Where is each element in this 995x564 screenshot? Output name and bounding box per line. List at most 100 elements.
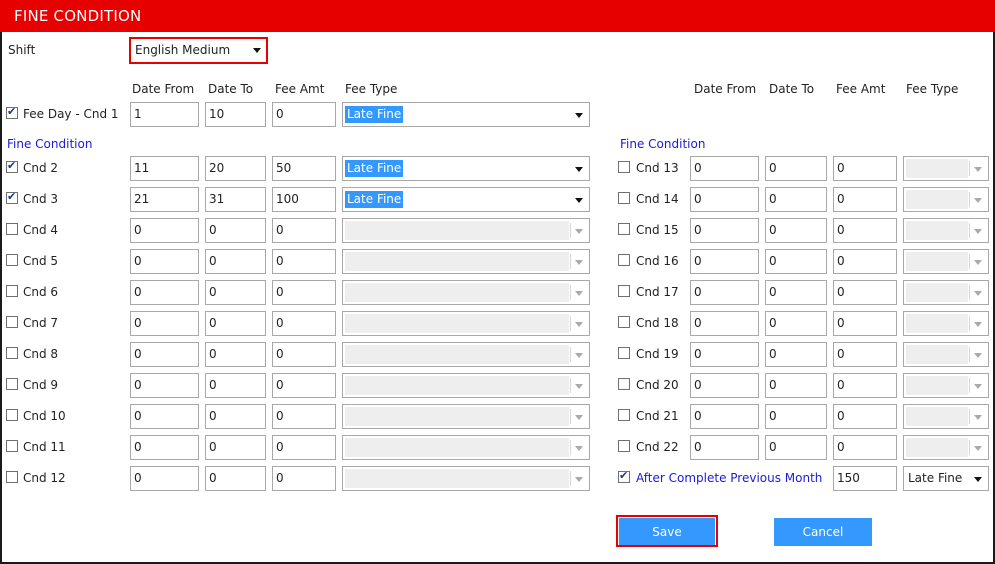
cnd-3-date-from-input[interactable]: 21: [130, 187, 199, 212]
fee-day-fee-amt-input[interactable]: 0: [272, 102, 336, 127]
cnd-9-checkbox[interactable]: [6, 378, 18, 390]
cnd-9-date-from-input[interactable]: 0: [130, 373, 199, 398]
cnd-16-fee-amt-input[interactable]: 0: [833, 249, 897, 274]
cnd-15-fee-type-select[interactable]: [903, 218, 989, 243]
cnd-19-fee-type-select[interactable]: [903, 342, 989, 367]
cnd-21-date-from-input[interactable]: 0: [690, 404, 759, 429]
cnd-8-fee-type-select[interactable]: [342, 342, 590, 367]
cnd-14-fee-amt-input[interactable]: 0: [833, 187, 897, 212]
cancel-button[interactable]: Cancel: [774, 518, 872, 546]
cnd-17-date-from-input[interactable]: 0: [690, 280, 759, 305]
cnd-9-fee-type-select[interactable]: [342, 373, 590, 398]
cnd-14-checkbox[interactable]: [618, 192, 630, 204]
cnd-14-date-from-input[interactable]: 0: [690, 187, 759, 212]
cnd-17-fee-type-select[interactable]: [903, 280, 989, 305]
cnd-6-fee-amt-input[interactable]: 0: [272, 280, 336, 305]
cnd-4-checkbox[interactable]: [6, 223, 18, 235]
cnd-11-date-to-input[interactable]: 0: [205, 435, 266, 460]
cnd-16-date-from-input[interactable]: 0: [690, 249, 759, 274]
cnd-5-date-from-input[interactable]: 0: [130, 249, 199, 274]
cnd-16-checkbox[interactable]: [618, 254, 630, 266]
cnd-10-date-to-input[interactable]: 0: [205, 404, 266, 429]
after-month-checkbox[interactable]: [618, 469, 630, 483]
cnd-5-fee-type-select[interactable]: [342, 249, 590, 274]
cnd-11-date-from-input[interactable]: 0: [130, 435, 199, 460]
cnd-11-checkbox[interactable]: [6, 440, 18, 452]
cnd-22-date-from-input[interactable]: 0: [690, 435, 759, 460]
cnd-9-date-to-input[interactable]: 0: [205, 373, 266, 398]
cnd-6-date-to-input[interactable]: 0: [205, 280, 266, 305]
cnd-3-date-to-input[interactable]: 31: [205, 187, 266, 212]
cnd-14-fee-type-select[interactable]: [903, 187, 989, 212]
cnd-8-checkbox[interactable]: [6, 347, 18, 359]
cnd-21-fee-amt-input[interactable]: 0: [833, 404, 897, 429]
cnd-5-checkbox[interactable]: [6, 254, 18, 266]
after-month-fee-amt-input[interactable]: 150: [833, 466, 897, 491]
cnd-18-fee-amt-input[interactable]: 0: [833, 311, 897, 336]
cnd-19-fee-amt-input[interactable]: 0: [833, 342, 897, 367]
cnd-10-date-from-input[interactable]: 0: [130, 404, 199, 429]
cnd-7-fee-amt-input[interactable]: 0: [272, 311, 336, 336]
cnd-12-date-to-input[interactable]: 0: [205, 466, 266, 491]
cnd-2-fee-amt-input[interactable]: 50: [272, 156, 336, 181]
cnd-15-date-from-input[interactable]: 0: [690, 218, 759, 243]
cnd-2-checkbox[interactable]: [6, 159, 18, 173]
cnd-22-date-to-input[interactable]: 0: [765, 435, 827, 460]
cnd-17-fee-amt-input[interactable]: 0: [833, 280, 897, 305]
cnd-20-date-from-input[interactable]: 0: [690, 373, 759, 398]
cnd-3-fee-amt-input[interactable]: 100: [272, 187, 336, 212]
cnd-6-date-from-input[interactable]: 0: [130, 280, 199, 305]
cnd-22-fee-amt-input[interactable]: 0: [833, 435, 897, 460]
cnd-4-fee-amt-input[interactable]: 0: [272, 218, 336, 243]
cnd-3-checkbox[interactable]: [6, 190, 18, 204]
cnd-18-fee-type-select[interactable]: [903, 311, 989, 336]
cnd-4-date-to-input[interactable]: 0: [205, 218, 266, 243]
fee-day-fee-type-select[interactable]: Late Fine: [342, 102, 590, 127]
cnd-10-fee-type-select[interactable]: [342, 404, 590, 429]
cnd-20-checkbox[interactable]: [618, 378, 630, 390]
fee-day-checkbox[interactable]: [6, 105, 18, 119]
cnd-10-fee-amt-input[interactable]: 0: [272, 404, 336, 429]
after-month-fee-type-select[interactable]: Late Fine: [903, 466, 989, 491]
cnd-7-checkbox[interactable]: [6, 316, 18, 328]
cnd-13-fee-amt-input[interactable]: 0: [833, 156, 897, 181]
cnd-7-fee-type-select[interactable]: [342, 311, 590, 336]
cnd-15-fee-amt-input[interactable]: 0: [833, 218, 897, 243]
cnd-13-date-to-input[interactable]: 0: [765, 156, 827, 181]
cnd-11-fee-type-select[interactable]: [342, 435, 590, 460]
cnd-7-date-to-input[interactable]: 0: [205, 311, 266, 336]
cnd-3-fee-type-select[interactable]: Late Fine: [342, 187, 590, 212]
cnd-18-date-to-input[interactable]: 0: [765, 311, 827, 336]
cnd-19-date-from-input[interactable]: 0: [690, 342, 759, 367]
cnd-2-date-from-input[interactable]: 11: [130, 156, 199, 181]
fee-day-date-to-input[interactable]: 10: [205, 102, 266, 127]
cnd-5-fee-amt-input[interactable]: 0: [272, 249, 336, 274]
cnd-12-fee-amt-input[interactable]: 0: [272, 466, 336, 491]
cnd-16-fee-type-select[interactable]: [903, 249, 989, 274]
cnd-16-date-to-input[interactable]: 0: [765, 249, 827, 274]
cnd-8-date-from-input[interactable]: 0: [130, 342, 199, 367]
cnd-12-date-from-input[interactable]: 0: [130, 466, 199, 491]
cnd-14-date-to-input[interactable]: 0: [765, 187, 827, 212]
cnd-15-date-to-input[interactable]: 0: [765, 218, 827, 243]
cnd-22-fee-type-select[interactable]: [903, 435, 989, 460]
cnd-6-checkbox[interactable]: [6, 285, 18, 297]
cnd-22-checkbox[interactable]: [618, 440, 630, 452]
cnd-9-fee-amt-input[interactable]: 0: [272, 373, 336, 398]
cnd-17-checkbox[interactable]: [618, 285, 630, 297]
cnd-19-checkbox[interactable]: [618, 347, 630, 359]
cnd-13-date-from-input[interactable]: 0: [690, 156, 759, 181]
cnd-12-fee-type-select[interactable]: [342, 466, 590, 491]
cnd-17-date-to-input[interactable]: 0: [765, 280, 827, 305]
cnd-10-checkbox[interactable]: [6, 409, 18, 421]
cnd-8-date-to-input[interactable]: 0: [205, 342, 266, 367]
cnd-15-checkbox[interactable]: [618, 223, 630, 235]
cnd-7-date-from-input[interactable]: 0: [130, 311, 199, 336]
cnd-20-fee-type-select[interactable]: [903, 373, 989, 398]
cnd-4-fee-type-select[interactable]: [342, 218, 590, 243]
cnd-4-date-from-input[interactable]: 0: [130, 218, 199, 243]
cnd-21-date-to-input[interactable]: 0: [765, 404, 827, 429]
cnd-21-checkbox[interactable]: [618, 409, 630, 421]
cnd-5-date-to-input[interactable]: 0: [205, 249, 266, 274]
fee-day-date-from-input[interactable]: 1: [130, 102, 199, 127]
